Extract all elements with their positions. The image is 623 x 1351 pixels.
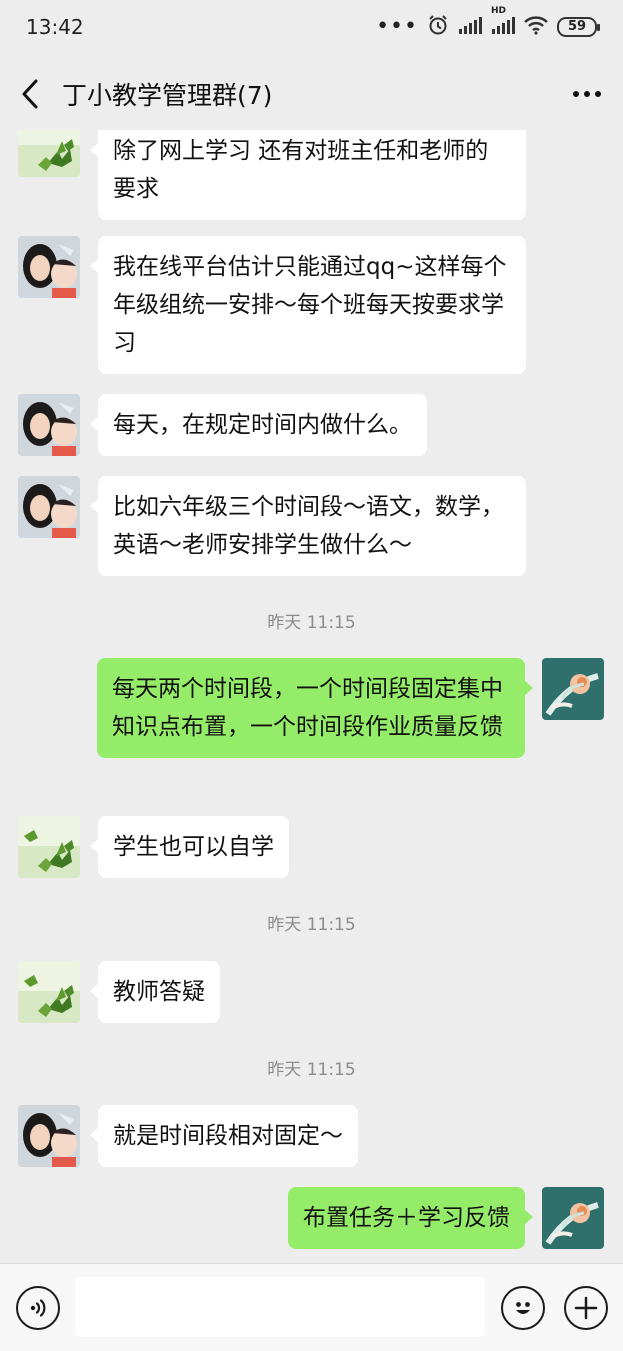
alarm-icon <box>427 14 449 41</box>
more-dots-icon <box>573 91 601 97</box>
avatar-own[interactable] <box>542 1187 604 1249</box>
battery-icon: 59 <box>557 17 600 37</box>
own-message-bubble[interactable]: 布置任务＋学习反馈 <box>288 1187 533 1249</box>
message-bubble[interactable]: 每天，在规定时间内做什么。 <box>90 394 427 456</box>
avatar-mother-child[interactable] <box>18 394 80 456</box>
plus-icon <box>574 1296 598 1320</box>
emoji-icon <box>516 1302 530 1314</box>
timestamp: 昨天 11:15 <box>267 915 356 935</box>
input-bar <box>0 1263 623 1351</box>
back-button[interactable] <box>0 58 60 130</box>
avatar-own[interactable] <box>542 658 604 720</box>
message-bubble[interactable]: 比如六年级三个时间段～语文，数学，英语～老师安排学生做什么～ <box>90 476 526 576</box>
avatar-mother-child[interactable] <box>18 1105 80 1167</box>
emoji-button[interactable] <box>501 1286 545 1330</box>
chat-title: 丁小教学管理群(7) <box>62 81 273 110</box>
message-input[interactable] <box>75 1277 485 1337</box>
timestamp: 昨天 11:15 <box>267 613 356 633</box>
status-time: 13:42 <box>26 15 84 39</box>
notification-dots-icon: ••• <box>376 14 418 39</box>
avatar-leaves[interactable] <box>18 130 80 177</box>
chat-message-list[interactable]: 除了网上学习 还有对班主任和老师的要求 我在线平台估计只能通过qq~这样每个年级… <box>0 130 623 1263</box>
voice-icon <box>30 1299 46 1317</box>
message-bubble[interactable]: 我在线平台估计只能通过qq~这样每个年级组统一安排～每个班每天按要求学习 <box>90 236 526 374</box>
signal-icon <box>458 15 482 39</box>
hd-signal-icon: HD <box>491 6 515 39</box>
message-bubble[interactable]: 就是时间段相对固定～ <box>90 1105 358 1167</box>
message-bubble[interactable]: 除了网上学习 还有对班主任和老师的要求 <box>90 130 526 220</box>
avatar-leaves[interactable] <box>18 816 80 878</box>
status-icons: ••• HD 59 <box>376 6 600 41</box>
avatar-mother-child[interactable] <box>18 236 80 298</box>
avatar-leaves[interactable] <box>18 961 80 1023</box>
wifi-icon <box>524 15 548 40</box>
chevron-left-icon <box>22 79 38 109</box>
chat-header: 丁小教学管理群(7) <box>0 58 623 130</box>
avatar-mother-child[interactable] <box>18 476 80 538</box>
voice-button[interactable] <box>16 1286 60 1330</box>
timestamp: 昨天 11:15 <box>267 1060 356 1080</box>
message-bubble[interactable]: 学生也可以自学 <box>90 816 289 878</box>
more-features-button[interactable] <box>564 1286 608 1330</box>
status-bar: 13:42 ••• HD 59 <box>0 0 623 54</box>
hd-label: HD <box>491 6 507 16</box>
own-message-bubble[interactable]: 每天两个时间段，一个时间段固定集中知识点布置，一个时间段作业质量反馈 <box>97 658 533 758</box>
message-bubble[interactable]: 教师答疑 <box>90 961 220 1023</box>
more-options-button[interactable] <box>551 58 623 130</box>
